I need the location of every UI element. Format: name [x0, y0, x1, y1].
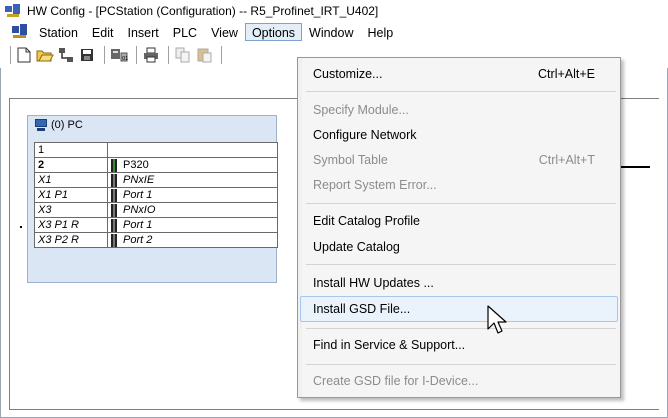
menu-separator	[306, 264, 616, 265]
hw-config-app-icon	[5, 3, 21, 19]
table-row[interactable]: X1 P1 Port 1	[34, 187, 278, 203]
menu-view[interactable]: View	[204, 23, 245, 41]
station-rack[interactable]: (0) PC 1 2 P320 X1 PNxIE X1 P1 Port 1 X3…	[27, 115, 278, 283]
rack-title: (0) PC	[34, 119, 83, 131]
menu-item-find-in-service-support[interactable]: Find in Service & Support...	[300, 332, 618, 358]
menu-item-label: Install HW Updates ...	[313, 276, 434, 290]
submodule-icon	[111, 218, 117, 232]
menu-station[interactable]: Station	[32, 23, 85, 41]
slot-cell[interactable]: X3 P2 R	[34, 232, 108, 248]
toolbar-separator	[221, 46, 222, 64]
slot-cell: 1	[34, 142, 108, 158]
menu-item-shortcut: Ctrl+Alt+E	[538, 67, 595, 81]
module-label: P320	[123, 159, 149, 171]
document-window-icon[interactable]	[12, 24, 28, 40]
toolbar-grip	[10, 46, 11, 64]
menu-bar: Station Edit Insert PLC View Options Win…	[0, 22, 668, 42]
module-cell[interactable]: Port 1	[107, 187, 278, 203]
submodule-icon	[111, 173, 117, 187]
menu-item-configure-network[interactable]: Configure Network	[300, 122, 618, 148]
network-line-dot	[20, 226, 22, 228]
menu-edit[interactable]: Edit	[85, 23, 121, 41]
menu-plc[interactable]: PLC	[166, 23, 204, 41]
save-icon[interactable]	[78, 46, 96, 64]
slot-cell[interactable]: X1	[34, 172, 108, 188]
open-icon[interactable]	[36, 46, 54, 64]
slot-cell[interactable]: 2	[34, 157, 108, 173]
menu-item-specify-module: Specify Module...	[300, 97, 618, 123]
network-line	[620, 166, 650, 168]
menu-item-label: Update Catalog	[313, 240, 400, 254]
toolbar-separator	[168, 46, 169, 64]
menu-item-label: Symbol Table	[313, 153, 388, 167]
rack-table: 1 2 P320 X1 PNxIE X1 P1 Port 1 X3 PNxIO …	[34, 142, 278, 248]
toolbar-separator	[136, 46, 137, 64]
module-cell[interactable]: PNxIE	[107, 172, 278, 188]
table-row[interactable]: X1 PNxIE	[34, 172, 278, 188]
slot-cell[interactable]: X3	[34, 202, 108, 218]
menu-insert[interactable]: Insert	[120, 23, 165, 41]
window-title: HW Config - [PCStation (Configuration) -…	[27, 4, 379, 18]
compile-icon[interactable]: 01	[110, 46, 128, 64]
toolbar-separator	[104, 46, 105, 64]
menu-item-label: Report System Error...	[313, 178, 437, 192]
menu-item-label: Find in Service & Support...	[313, 338, 466, 352]
table-row: 1	[34, 142, 278, 158]
paste-icon[interactable]	[195, 46, 213, 64]
module-cell	[107, 142, 278, 158]
menu-item-create-gsd-file-i-device: Create GSD file for I-Device...	[300, 368, 618, 394]
menu-options[interactable]: Options	[244, 23, 303, 41]
menu-item-label: Install GSD File...	[313, 302, 411, 316]
network-icon[interactable]	[57, 46, 75, 64]
menu-window[interactable]: Window	[302, 23, 360, 41]
module-cell[interactable]: P320	[107, 157, 278, 173]
module-cell[interactable]: Port 2	[107, 232, 278, 248]
options-dropdown: Customize... Ctrl+Alt+E Specify Module..…	[297, 57, 621, 398]
menu-separator	[306, 91, 616, 92]
menu-separator	[306, 203, 616, 204]
slot-cell[interactable]: X3 P1 R	[34, 217, 108, 233]
menu-help[interactable]: Help	[361, 23, 401, 41]
table-row[interactable]: X3 PNxIO	[34, 202, 278, 218]
menu-item-shortcut: Ctrl+Alt+T	[538, 153, 595, 167]
submodule-icon	[111, 203, 117, 217]
menu-item-customize[interactable]: Customize... Ctrl+Alt+E	[300, 61, 618, 87]
menu-item-label: Specify Module...	[313, 103, 409, 117]
menu-separator	[306, 328, 616, 329]
table-row[interactable]: 2 P320	[34, 157, 278, 173]
module-label: PNxIO	[123, 204, 156, 216]
table-row[interactable]: X3 P2 R Port 2	[34, 232, 278, 248]
copy-icon[interactable]	[174, 46, 192, 64]
title-bar: HW Config - [PCStation (Configuration) -…	[0, 0, 668, 22]
submodule-icon	[111, 188, 117, 202]
mouse-pointer-icon	[487, 305, 507, 334]
rack-title-label: (0) PC	[51, 119, 83, 131]
pc-station-icon	[34, 119, 48, 131]
slot-cell[interactable]: X1 P1	[34, 187, 108, 203]
menu-item-edit-catalog-profile[interactable]: Edit Catalog Profile	[300, 208, 618, 234]
new-icon[interactable]	[15, 46, 33, 64]
menu-item-label: Configure Network	[313, 128, 417, 142]
module-label: Port 2	[123, 234, 153, 246]
menu-item-update-catalog[interactable]: Update Catalog	[300, 234, 618, 260]
svg-text:01: 01	[122, 56, 128, 62]
menu-item-label: Customize...	[313, 67, 383, 81]
module-label: Port 1	[123, 219, 153, 231]
menu-separator	[306, 364, 616, 365]
module-label: Port 1	[123, 189, 153, 201]
module-cell[interactable]: PNxIO	[107, 202, 278, 218]
submodule-icon	[111, 233, 117, 247]
menu-item-symbol-table: Symbol Table Ctrl+Alt+T	[300, 147, 618, 173]
menu-item-install-gsd-file[interactable]: Install GSD File...	[300, 296, 618, 322]
menu-item-label: Create GSD file for I-Device...	[313, 374, 479, 388]
menu-item-report-system-error: Report System Error...	[300, 172, 618, 198]
table-row[interactable]: X3 P1 R Port 1	[34, 217, 278, 233]
menu-item-install-hw-updates[interactable]: Install HW Updates ...	[300, 270, 618, 296]
print-icon[interactable]	[142, 46, 160, 64]
module-label: PNxIE	[123, 174, 155, 186]
cpu-module-icon	[111, 158, 117, 172]
menu-item-label: Edit Catalog Profile	[313, 214, 421, 228]
module-cell[interactable]: Port 1	[107, 217, 278, 233]
